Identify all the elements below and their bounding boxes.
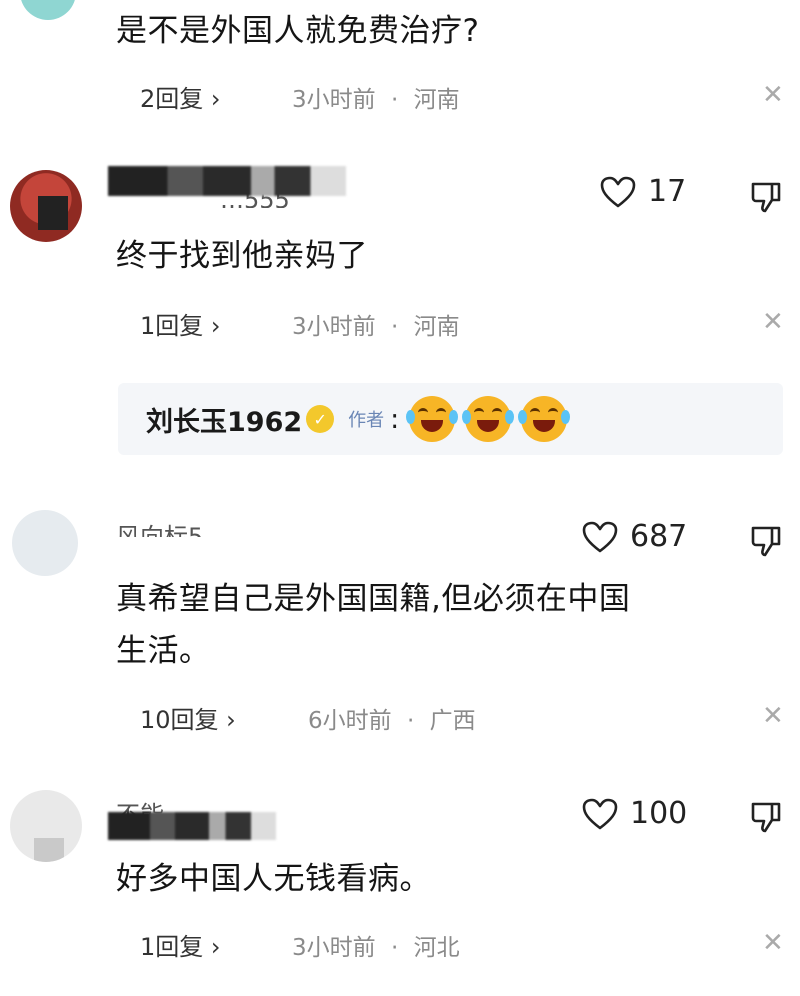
comment-location: 广西 bbox=[429, 708, 476, 734]
meta-separator: · bbox=[390, 935, 399, 961]
avatar[interactable] bbox=[10, 790, 82, 862]
like-count: 687 bbox=[630, 519, 688, 554]
close-icon[interactable]: ✕ bbox=[762, 701, 784, 731]
username-redacted bbox=[108, 166, 346, 196]
comment-time: 3小时前 bbox=[292, 87, 376, 113]
username-redacted bbox=[108, 812, 276, 840]
comment-time: 3小时前 bbox=[292, 935, 376, 961]
heart-icon bbox=[600, 176, 636, 207]
reply-count-link[interactable]: 2回复 › bbox=[140, 79, 221, 114]
comment-text: 是不是外国人就免费治疗? bbox=[116, 13, 480, 49]
comment-location: 河南 bbox=[413, 314, 460, 340]
comment-text-line: 真希望自己是外国国籍,但必须在中国 bbox=[116, 581, 631, 617]
like-count: 17 bbox=[648, 174, 687, 209]
laughing-crying-emoji-icon bbox=[406, 396, 459, 442]
author-reply[interactable]: 刘长玉1962 ✓ 作者 : bbox=[118, 383, 783, 455]
comment-location: 河南 bbox=[413, 87, 460, 113]
author-tag: 作者 bbox=[348, 410, 385, 431]
dislike-button[interactable] bbox=[750, 180, 782, 214]
close-icon[interactable]: ✕ bbox=[762, 80, 784, 110]
heart-icon bbox=[582, 798, 618, 829]
like-count: 100 bbox=[630, 796, 688, 831]
reply-count-link[interactable]: 10回复 › bbox=[140, 700, 236, 735]
comment-meta: 3小时前 · 河南 bbox=[292, 80, 460, 114]
comment-meta: 3小时前 · 河南 bbox=[292, 307, 460, 341]
comment-location: 河北 bbox=[413, 935, 460, 961]
close-icon[interactable]: ✕ bbox=[762, 928, 784, 958]
meta-separator: · bbox=[406, 708, 415, 734]
meta-separator: · bbox=[390, 87, 399, 113]
avatar[interactable] bbox=[12, 510, 78, 576]
avatar[interactable] bbox=[20, 0, 76, 20]
username-fragment[interactable]: 风向标5… bbox=[116, 517, 346, 537]
comment-meta: 3小时前 · 河北 bbox=[292, 928, 460, 962]
comment-text: 终于找到他亲妈了 bbox=[116, 238, 368, 274]
like-button[interactable]: 100 bbox=[582, 796, 687, 831]
reply-colon: : bbox=[390, 403, 400, 435]
reply-count-link[interactable]: 1回复 › bbox=[140, 927, 221, 962]
meta-separator: · bbox=[390, 314, 399, 340]
comment-meta: 6小时前 · 广西 bbox=[308, 701, 476, 735]
thumbs-down-icon bbox=[751, 802, 781, 833]
reply-count-link[interactable]: 1回复 › bbox=[140, 306, 221, 341]
like-button[interactable]: 17 bbox=[600, 174, 686, 209]
dislike-button[interactable] bbox=[750, 800, 782, 834]
comment-text-line: 生活。 bbox=[116, 633, 211, 669]
comment-time: 6小时前 bbox=[308, 708, 392, 734]
thumbs-down-icon bbox=[751, 526, 781, 557]
heart-icon bbox=[582, 521, 618, 552]
like-button[interactable]: 687 bbox=[582, 519, 687, 554]
comment-text: 好多中国人无钱看病。 bbox=[116, 861, 431, 897]
avatar[interactable] bbox=[10, 170, 82, 242]
laughing-crying-emoji-icon bbox=[518, 396, 571, 442]
comment-time: 3小时前 bbox=[292, 314, 376, 340]
thumbs-down-icon bbox=[751, 182, 781, 213]
dislike-button[interactable] bbox=[750, 524, 782, 558]
laughing-crying-emoji-icon bbox=[462, 396, 515, 442]
author-name[interactable]: 刘长玉1962 bbox=[146, 400, 302, 439]
close-icon[interactable]: ✕ bbox=[762, 307, 784, 337]
verified-badge-icon: ✓ bbox=[306, 405, 335, 433]
